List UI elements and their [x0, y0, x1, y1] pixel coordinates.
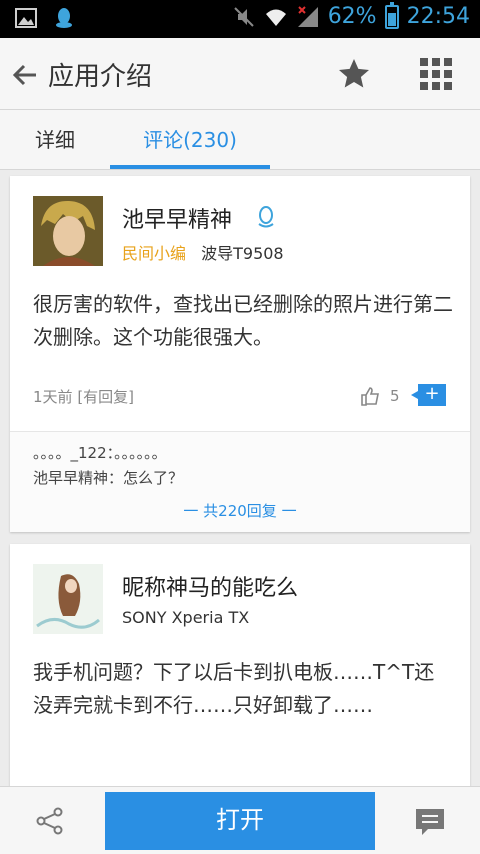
- page-title: 应用介绍: [48, 62, 153, 92]
- tab-comments[interactable]: 评论(230): [110, 110, 270, 170]
- share-icon[interactable]: [34, 805, 66, 837]
- comment-username[interactable]: 池早早精神: [122, 202, 232, 234]
- wifi-icon: [265, 9, 286, 26]
- reply-status: [有回复]: [77, 388, 135, 406]
- comment-time: 1天前: [33, 388, 73, 406]
- comment-username[interactable]: 昵称神马的能吃么: [122, 570, 298, 602]
- mute-icon: [233, 6, 254, 27]
- battery-percent: 62%: [327, 4, 377, 29]
- add-reply-button[interactable]: +: [411, 384, 446, 406]
- reply-item: 池早早精神：怎么了？: [33, 469, 184, 487]
- signal-icon: [297, 5, 318, 27]
- thumbs-up-icon[interactable]: [360, 386, 380, 406]
- qq-notification-icon: [56, 8, 72, 28]
- app-header: 应用介绍: [0, 38, 480, 110]
- reply-item: 。。。。_122：。。。。。。: [33, 444, 167, 462]
- avatar[interactable]: [33, 564, 103, 634]
- qq-badge-icon: [258, 206, 274, 228]
- bottom-action-bar: 打开: [0, 786, 480, 854]
- comment-icon[interactable]: [414, 807, 446, 837]
- comment-card: 池早早精神 民间小编 波导T9508 很厉害的软件，查找出已经删除的照片进行第二…: [10, 176, 470, 532]
- tab-active-indicator: [110, 165, 270, 169]
- gallery-notification-icon: [15, 8, 37, 28]
- avatar[interactable]: [33, 196, 103, 266]
- reply-list: 。。。。_122：。。。。。。 池早早精神：怎么了？ 一 共220回复 一: [10, 431, 470, 532]
- comment-text: 很厉害的软件，查找出已经删除的照片进行第二次删除。这个功能很强大。: [33, 292, 453, 349]
- more-replies-link[interactable]: 一 共220回复 一: [10, 500, 470, 521]
- tab-bar: 详细 评论(230): [0, 110, 480, 170]
- battery-icon: [384, 1, 399, 29]
- device-name: 波导T9508: [201, 244, 284, 263]
- tab-detail[interactable]: 详细: [0, 110, 110, 170]
- user-info-row: SONY Xperia TX: [122, 608, 249, 627]
- clock: 22:54: [406, 4, 470, 29]
- status-bar: 62% 22:54: [0, 0, 480, 38]
- user-info-row: 民间小编 波导T9508: [122, 240, 284, 264]
- comment-card: 昵称神马的能吃么 SONY Xperia TX 我手机问题？下了以后卡到扒电板……: [10, 544, 470, 804]
- open-app-button[interactable]: 打开: [105, 792, 375, 850]
- user-tag: 民间小编: [122, 244, 187, 263]
- grid-menu-icon[interactable]: [420, 58, 452, 90]
- like-count: 5: [390, 387, 400, 405]
- device-name: SONY Xperia TX: [122, 608, 250, 627]
- back-arrow-icon[interactable]: [10, 60, 40, 90]
- comment-meta: 1天前 [有回复]: [33, 386, 134, 407]
- comment-text: 我手机问题？下了以后卡到扒电板……T^T还没弄完就卡到不行……只好卸载了……: [33, 660, 435, 717]
- favorite-star-icon[interactable]: [336, 56, 372, 92]
